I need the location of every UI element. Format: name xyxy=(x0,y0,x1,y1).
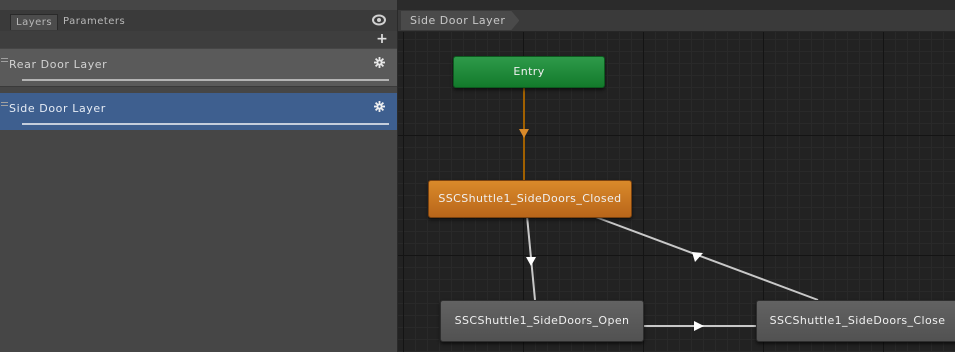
transition-arrow-icon xyxy=(526,257,536,266)
transition-close-to-closed[interactable] xyxy=(592,215,819,301)
layer-weight-bar[interactable] xyxy=(22,79,389,81)
drag-handle-icon[interactable] xyxy=(1,102,8,107)
transition-arrow-icon xyxy=(694,321,704,331)
layer-item-side-door[interactable]: Side Door Layer xyxy=(0,93,397,130)
layer-name: Side Door Layer xyxy=(9,102,106,115)
tab-parameters[interactable]: Parameters xyxy=(58,14,130,29)
gear-icon[interactable] xyxy=(374,101,385,112)
state-machine-graph[interactable]: Side Door Layer Entry SSCShuttle1_SideDo… xyxy=(398,10,955,352)
eye-icon[interactable] xyxy=(371,13,387,27)
panel-tab-bar: Layers Parameters xyxy=(0,10,397,32)
state-sidedoors-closed[interactable]: SSCShuttle1_SideDoors_Closed xyxy=(428,180,632,218)
transition-arrow-icon xyxy=(519,129,529,138)
add-layer-button[interactable]: + xyxy=(375,31,389,48)
layer-item-rear-door[interactable]: Rear Door Layer xyxy=(0,49,397,87)
layer-weight-bar[interactable] xyxy=(22,123,389,125)
tab-layers[interactable]: Layers xyxy=(10,14,59,30)
state-sidedoors-close[interactable]: SSCShuttle1_SideDoors_Close xyxy=(756,300,955,342)
layer-toolbar: + xyxy=(0,31,397,48)
layer-name: Rear Door Layer xyxy=(9,58,108,71)
drag-handle-icon[interactable] xyxy=(1,58,8,63)
gear-icon[interactable] xyxy=(374,57,385,68)
state-sidedoors-open[interactable]: SSCShuttle1_SideDoors_Open xyxy=(440,300,644,342)
state-entry[interactable]: Entry xyxy=(453,56,605,88)
layers-panel: Layers Parameters + Rear Door Layer Side… xyxy=(0,0,398,352)
